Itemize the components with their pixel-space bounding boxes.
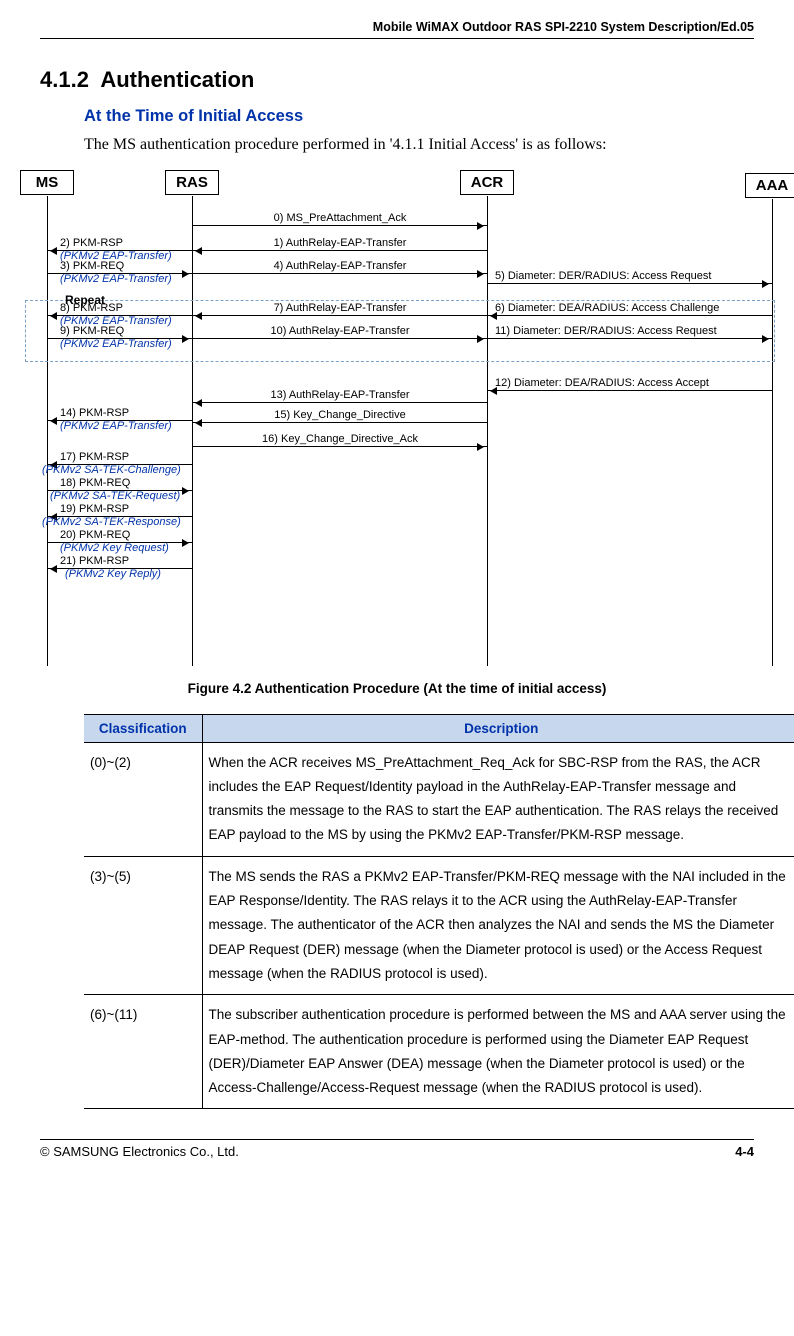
section-title: Authentication — [100, 67, 254, 92]
msg-8: 8) PKM-RSP — [60, 302, 123, 314]
msg-9s: (PKMv2 EAP-Transfer) — [60, 338, 172, 350]
msg-13: 13) AuthRelay-EAP-Transfer — [240, 389, 440, 401]
msg-4: 4) AuthRelay-EAP-Transfer — [240, 260, 440, 272]
cell-desc: The subscriber authentication procedure … — [202, 995, 794, 1109]
arrow-16 — [192, 446, 487, 447]
msg-11: 11) Diameter: DER/RADIUS: Access Request — [495, 325, 717, 337]
description-table: Classification Description (0)~(2) When … — [84, 714, 794, 1110]
arrow-0 — [192, 225, 487, 226]
table-row: (0)~(2) When the ACR receives MS_PreAtta… — [84, 742, 794, 856]
header-rule — [40, 38, 754, 39]
arrow-5 — [487, 283, 772, 284]
arrow-13 — [192, 402, 487, 403]
msg-2: 2) PKM-RSP — [60, 237, 123, 249]
msg-3s: (PKMv2 EAP-Transfer) — [60, 273, 172, 285]
msg-19s: (PKMv2 SA-TEK-Response) — [42, 516, 181, 528]
node-ras: RAS — [165, 170, 219, 195]
node-acr: ACR — [460, 170, 514, 195]
msg-17: 17) PKM-RSP — [60, 451, 129, 463]
arrow-1 — [192, 250, 487, 251]
arrow-7 — [192, 315, 487, 316]
node-aaa: AAA — [745, 173, 794, 198]
doc-header: Mobile WiMAX Outdoor RAS SPI-2210 System… — [40, 20, 754, 34]
cell-desc: When the ACR receives MS_PreAttachment_R… — [202, 742, 794, 856]
msg-14: 14) PKM-RSP — [60, 407, 129, 419]
msg-21s: (PKMv2 Key Reply) — [65, 568, 161, 580]
cell-desc: The MS sends the RAS a PKMv2 EAP-Transfe… — [202, 856, 794, 994]
intro-text: The MS authentication procedure performe… — [84, 134, 754, 156]
arrow-15 — [192, 422, 487, 423]
cell-class: (3)~(5) — [84, 856, 202, 994]
msg-5: 5) Diameter: DER/RADIUS: Access Request — [495, 270, 711, 282]
msg-7: 7) AuthRelay-EAP-Transfer — [240, 302, 440, 314]
msg-20s: (PKMv2 Key Request) — [60, 542, 169, 554]
lifeline-ms — [47, 196, 48, 666]
th-classification: Classification — [84, 714, 202, 742]
cell-class: (6)~(11) — [84, 995, 202, 1109]
msg-19: 19) PKM-RSP — [60, 503, 129, 515]
msg-1: 1) AuthRelay-EAP-Transfer — [240, 237, 440, 249]
arrow-4 — [192, 273, 487, 274]
msg-18: 18) PKM-REQ — [60, 477, 130, 489]
msg-21: 21) PKM-RSP — [60, 555, 129, 567]
arrow-6 — [487, 315, 772, 316]
msg-20: 20) PKM-REQ — [60, 529, 130, 541]
arrow-11 — [487, 338, 772, 339]
th-description: Description — [202, 714, 794, 742]
msg-16: 16) Key_Change_Directive_Ack — [240, 433, 440, 445]
footer-right: 4-4 — [735, 1144, 754, 1159]
msg-15: 15) Key_Change_Directive — [240, 409, 440, 421]
msg-10: 10) AuthRelay-EAP-Transfer — [240, 325, 440, 337]
sequence-diagram: MS RAS ACR AAA 0) MS_PreAttachment_Ack 1… — [10, 170, 780, 675]
msg-3: 3) PKM-REQ — [60, 260, 124, 272]
cell-class: (0)~(2) — [84, 742, 202, 856]
msg-14s: (PKMv2 EAP-Transfer) — [60, 420, 172, 432]
msg-6: 6) Diameter: DEA/RADIUS: Access Challeng… — [495, 302, 719, 314]
section-number: 4.1.2 — [40, 67, 89, 92]
msg-18s: (PKMv2 SA-TEK-Request) — [50, 490, 180, 502]
page-footer: © SAMSUNG Electronics Co., Ltd. 4-4 — [40, 1139, 754, 1159]
table-row: (3)~(5) The MS sends the RAS a PKMv2 EAP… — [84, 856, 794, 994]
msg-0: 0) MS_PreAttachment_Ack — [240, 212, 440, 224]
lifeline-ras — [192, 196, 193, 666]
msg-17s: (PKMv2 SA-TEK-Challenge) — [42, 464, 181, 476]
msg-9: 9) PKM-REQ — [60, 325, 124, 337]
section-heading: 4.1.2 Authentication — [40, 67, 754, 93]
figure-caption: Figure 4.2 Authentication Procedure (At … — [40, 681, 754, 696]
table-row: (6)~(11) The subscriber authentication p… — [84, 995, 794, 1109]
arrow-12 — [487, 390, 772, 391]
arrow-10 — [192, 338, 487, 339]
subheading: At the Time of Initial Access — [84, 107, 754, 126]
lifeline-aaa — [772, 199, 773, 666]
msg-12: 12) Diameter: DEA/RADIUS: Access Accept — [495, 377, 709, 389]
lifeline-acr — [487, 196, 488, 666]
node-ms: MS — [20, 170, 74, 195]
footer-left: © SAMSUNG Electronics Co., Ltd. — [40, 1144, 239, 1159]
